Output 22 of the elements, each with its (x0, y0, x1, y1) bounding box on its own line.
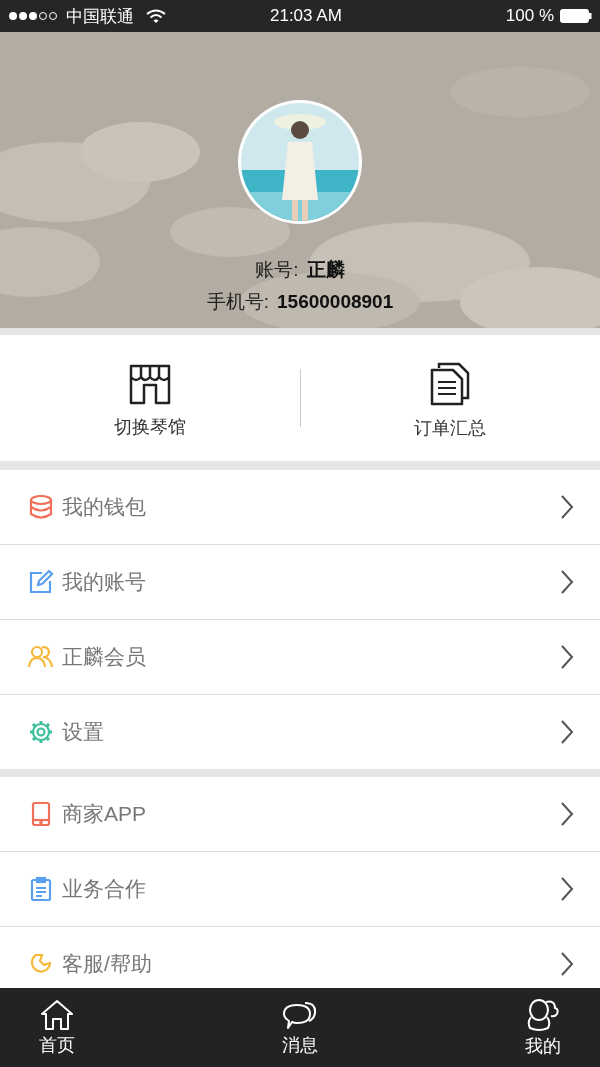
home-icon (40, 998, 74, 1031)
shortcut-button[interactable]: 切换琴馆 (0, 357, 300, 439)
tab-bar-item[interactable]: 消息 (263, 988, 337, 1067)
tab-bar-item[interactable]: 首页 (20, 988, 94, 1067)
chevron-icon (560, 801, 574, 827)
storefront-icon (128, 363, 171, 405)
chevron-icon (560, 569, 574, 595)
people-icon (526, 997, 560, 1032)
battery-percent: 100 % (505, 6, 554, 26)
signal-icon (8, 11, 60, 21)
document-icon (429, 362, 472, 406)
chevron-icon (560, 644, 574, 670)
shortcut-button[interactable]: 订单汇总 (300, 356, 600, 440)
tab-bar-item[interactable]: 我的 (506, 988, 580, 1067)
chevron-icon (560, 719, 574, 745)
status-time: 21:03 AM (269, 6, 343, 26)
wifi-icon (146, 8, 166, 24)
carrier-name: 中国联通 (66, 5, 134, 28)
chevron-icon (560, 494, 574, 520)
chevron-icon (560, 876, 574, 902)
chevron-icon (560, 951, 574, 977)
battery-icon (560, 9, 592, 23)
